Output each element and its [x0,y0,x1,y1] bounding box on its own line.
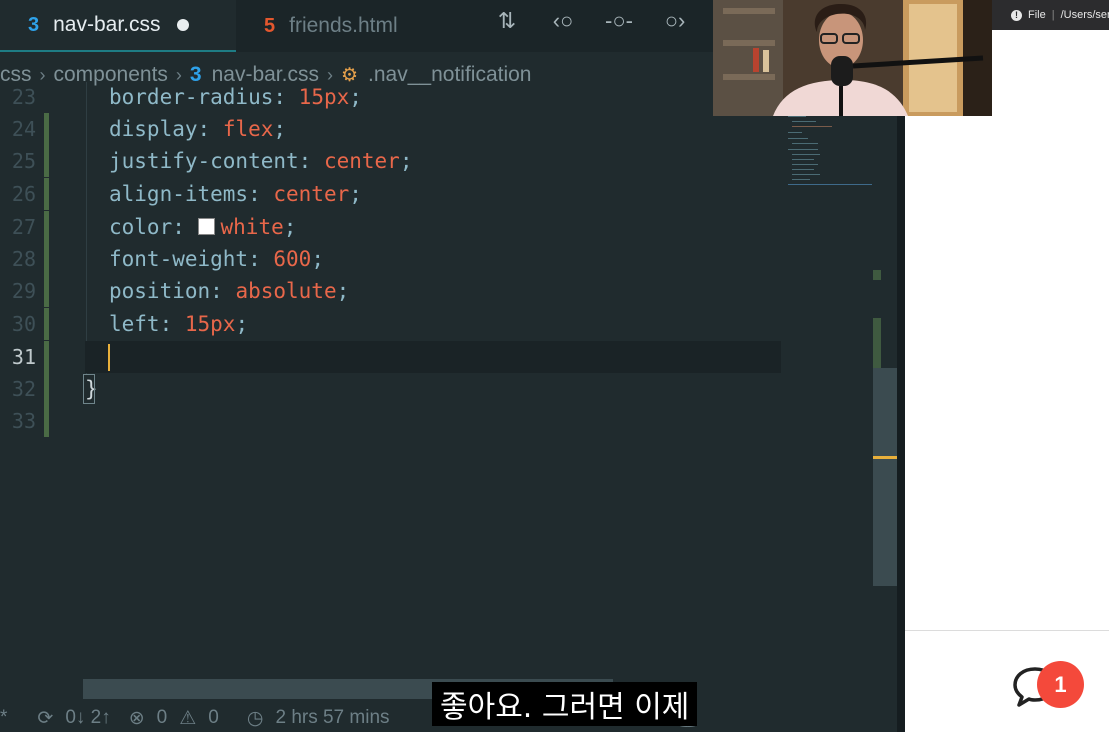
divider [905,630,1109,631]
editor-actions: ⇅ ‹○ -○- ○› [488,8,694,34]
code-line: 32 } [0,373,872,405]
error-count[interactable]: 0 [157,707,168,729]
info-icon[interactable]: ! [1011,10,1022,21]
css-value: center [273,182,350,206]
line-number: 33 [11,409,36,433]
code-line: 28 font-weight: 600; [0,243,872,275]
presenter-video [713,0,992,116]
code-line: 25 justify-content: center; [0,145,872,177]
code-text: font-weight: 600; [109,247,324,271]
time-tracker[interactable]: 2 hrs 57 mins [275,707,389,729]
css-file-icon: 3 [28,13,40,36]
code-line: 26 align-items: center; [0,178,872,210]
tab-label: nav-bar.css [53,13,161,36]
css-value: 15px [298,85,350,109]
code-text: display: flex; [109,117,287,141]
code-area[interactable]: 23 border-radius: 15px; 24 display: flex… [0,82,872,682]
line-number: 32 [11,377,36,401]
line-number: 24 [11,117,36,141]
css-value: white [220,215,284,239]
line-number: 23 [11,85,36,109]
status-star: * [0,707,8,728]
color-swatch-icon[interactable] [197,218,215,235]
scroll-cursor-marker [873,456,897,459]
code-text: justify-content: center; [109,149,413,173]
code-line: 33 [0,405,872,437]
code-text: align-items: center; [109,182,362,206]
css-value: 15px [184,312,236,336]
commit-icon[interactable]: -○- [600,8,638,34]
html-file-icon: 5 [264,14,276,37]
tab-friends-html[interactable]: 5 friends.html [236,0,418,52]
code-text: color: white; [109,215,297,239]
go-back-icon[interactable]: ‹○ [544,8,582,34]
css-property: display [109,117,198,141]
warning-count[interactable]: 0 [208,707,219,729]
address-prefix: File [1028,9,1046,21]
line-number: 31 [11,345,36,369]
text-cursor [108,344,110,371]
code-line: 31 [0,341,872,373]
code-line: 27 color: white; [0,211,872,243]
css-property: align-items [109,182,249,206]
line-number: 25 [11,149,36,173]
code-line: 24 display: flex; [0,113,872,145]
css-property: color [109,215,173,239]
code-line: 30 left: 15px; [0,308,872,340]
history-icon: ◷ [246,707,264,729]
css-property: border-radius [109,85,274,109]
code-text: left: 15px; [109,312,249,336]
line-number: 29 [11,279,36,303]
video-subtitle: 좋아요. 그러면 이제 [432,682,698,726]
code-line: 29 position: absolute; [0,275,872,307]
css-property: font-weight [109,247,249,271]
error-icon[interactable]: ⊗ [129,707,145,730]
vertical-scroll-thumb[interactable] [873,368,897,586]
code-text: border-radius: 15px; [109,85,362,109]
line-number: 30 [11,312,36,336]
go-forward-icon[interactable]: ○› [656,8,694,34]
sync-status[interactable]: 0↓ 2↑ [65,707,110,729]
minimap[interactable] [784,112,872,202]
line-number: 28 [11,247,36,271]
line-number: 26 [11,182,36,206]
address-path: /Users/ser [1060,9,1109,21]
tab-label: friends.html [289,14,398,37]
compare-changes-icon[interactable]: ⇅ [488,8,526,34]
css-property: position [109,279,211,303]
unsaved-dot-icon[interactable] [176,19,189,31]
code-text: position: absolute; [109,279,350,303]
notification-badge[interactable]: 1 [1037,661,1084,708]
css-value: center [323,149,400,173]
line-number: 27 [11,215,36,239]
scroll-change-marker [873,270,881,280]
css-value: absolute [235,279,337,303]
webcam-overlay [713,0,992,116]
tab-nav-bar-css[interactable]: 3 nav-bar.css [0,0,236,52]
warning-icon[interactable]: ⚠ [179,707,196,730]
css-property: left [109,312,160,336]
bracket-match-highlight [83,374,95,404]
css-value: 600 [273,247,312,271]
address-bar[interactable]: ! File |/Users/ser [1011,9,1109,21]
css-property: justify-content [109,149,299,173]
sync-icon[interactable]: ⟳ [37,707,53,730]
css-value: flex [222,117,274,141]
